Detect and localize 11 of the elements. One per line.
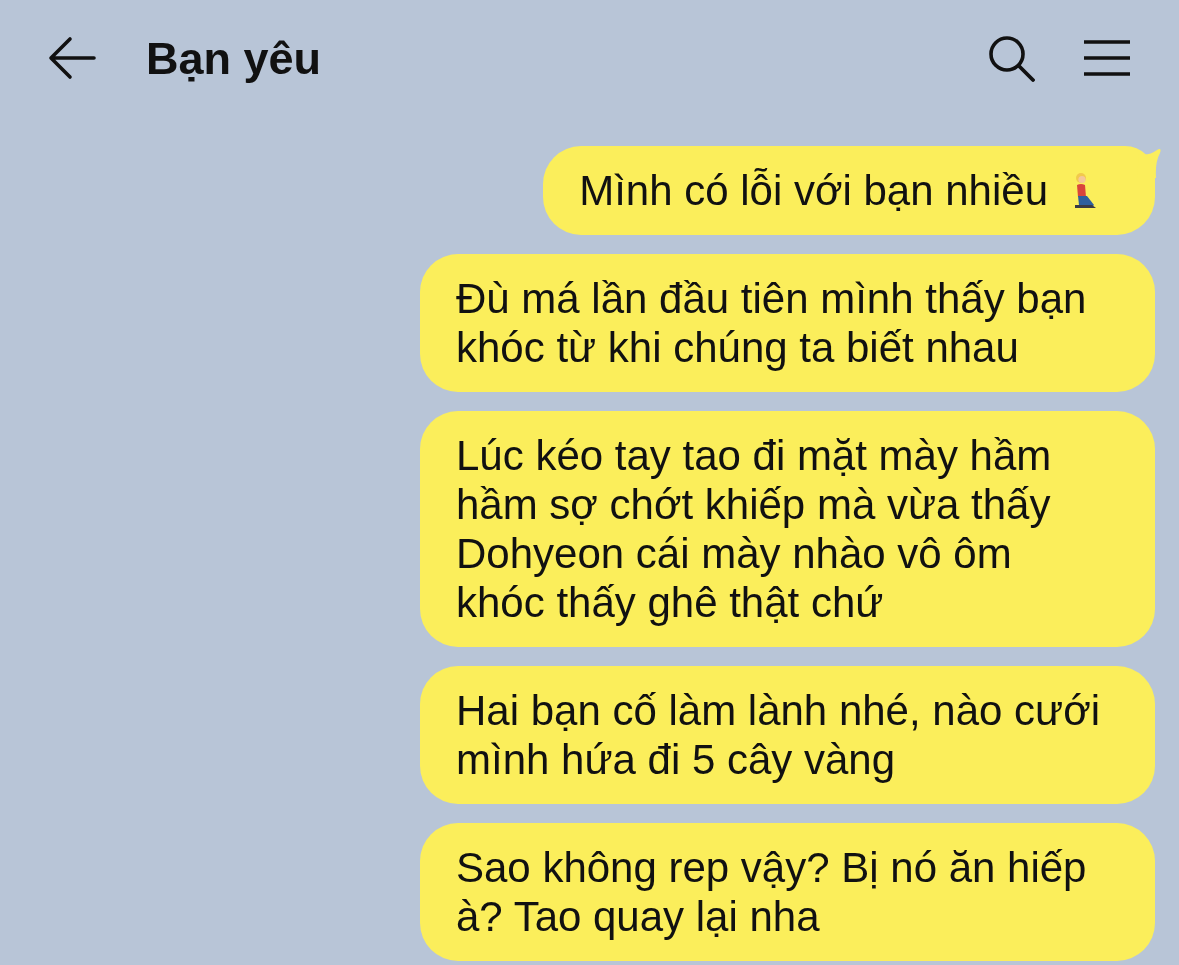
message-text: Lúc kéo tay tao đi mặt mày hầm hầm sợ chớt khiếp mà vừa thấy Dohyeon cái mày nhào vô ôm khóc thấy ghê thật chứ bbox=[456, 431, 1052, 627]
message-text: Hai bạn cố làm lành nhé, nào cưới mình hứa đi 5 cây vàng bbox=[456, 686, 1101, 784]
search-icon bbox=[987, 34, 1035, 82]
back-button[interactable] bbox=[48, 34, 96, 82]
message-text: Đù má lần đầu tiên mình thấy bạn khóc từ khi chúng ta biết nhau bbox=[456, 274, 1087, 372]
message-text: Mình có lỗi với bạn nhiều bbox=[579, 166, 1048, 215]
menu-icon bbox=[1083, 40, 1131, 76]
back-arrow-icon bbox=[48, 36, 96, 80]
chat-title: Bạn yêu bbox=[146, 35, 322, 81]
message-text: Sao không rep vậy? Bị nó ăn hiếp à? Tao quay lại nha bbox=[456, 843, 1087, 941]
search-button[interactable] bbox=[987, 34, 1035, 82]
